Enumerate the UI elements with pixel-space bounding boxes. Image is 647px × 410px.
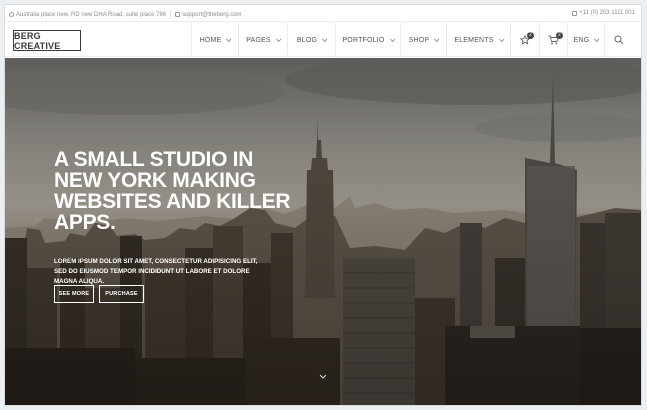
chevron-down-icon: [594, 36, 600, 43]
language-label: ENG: [573, 36, 590, 44]
nav-label: PAGES: [246, 36, 271, 44]
main-nav: HOME PAGES BLOG PORTFOLIO SHOP ELEMENTS: [191, 23, 632, 57]
phone-icon: [572, 10, 578, 16]
site-header: BERG CREATIVE HOME PAGES BLOG PORTFOLIO …: [5, 23, 641, 57]
email-text[interactable]: support@theberg.com: [182, 12, 241, 18]
email-item[interactable]: support@theberg.com: [175, 12, 242, 18]
location-icon: [9, 12, 14, 17]
language-selector[interactable]: ENG: [567, 23, 604, 57]
nav-label: BLOG: [296, 36, 318, 44]
browser-frame: Australia place new, RD new DHA Road, su…: [5, 5, 641, 405]
wishlist-count-badge: 2: [527, 32, 534, 39]
scroll-down-icon[interactable]: [318, 374, 328, 384]
top-info-bar: Australia place new, RD new DHA Road, su…: [5, 5, 641, 22]
phone-text: +11 (0) 203 1111 001: [579, 10, 635, 16]
search-icon: [614, 35, 623, 45]
divider: [170, 10, 172, 19]
chevron-down-icon: [322, 36, 328, 43]
phone-item: +11 (0) 203 1111 001: [572, 10, 635, 16]
nav-item-home[interactable]: HOME: [191, 23, 238, 57]
nav-item-elements[interactable]: ELEMENTS: [446, 23, 510, 57]
nav-label: ELEMENTS: [454, 36, 494, 44]
cart-button[interactable]: 2: [539, 23, 567, 57]
logo[interactable]: BERG CREATIVE: [13, 30, 81, 51]
nav-item-shop[interactable]: SHOP: [400, 23, 446, 57]
cart-count-badge: 2: [556, 32, 563, 39]
nav-label: PORTFOLIO: [342, 36, 385, 44]
wishlist-button[interactable]: 2: [510, 23, 539, 57]
chevron-down-icon: [498, 36, 505, 43]
nav-item-portfolio[interactable]: PORTFOLIO: [335, 23, 400, 57]
nav-label: SHOP: [408, 36, 430, 44]
see-more-button[interactable]: SEE MORE: [54, 285, 94, 303]
mail-icon: [175, 12, 181, 17]
nav-item-pages[interactable]: PAGES: [238, 23, 287, 57]
nav-label: HOME: [199, 36, 222, 44]
chevron-down-icon: [389, 36, 396, 43]
hero-section: A SMALL STUDIO IN NEW YORK MAKING WEBSIT…: [5, 58, 641, 405]
nav-item-blog[interactable]: BLOG: [287, 23, 335, 57]
address-text: Australia place new, RD new DHA Road, su…: [16, 11, 167, 18]
chevron-down-icon: [226, 36, 232, 43]
search-button[interactable]: [604, 23, 632, 57]
address-item: Australia place new, RD new DHA Road, su…: [9, 12, 166, 18]
hero-subtitle: LOREM IPSUM DOLOR SIT AMET, CONSECTETUR …: [54, 258, 258, 285]
chevron-down-icon: [275, 36, 282, 43]
chevron-down-icon: [434, 36, 440, 43]
hero-title: A SMALL STUDIO IN NEW YORK MAKING WEBSIT…: [54, 148, 291, 234]
purchase-button[interactable]: PURCHASE: [99, 285, 144, 303]
